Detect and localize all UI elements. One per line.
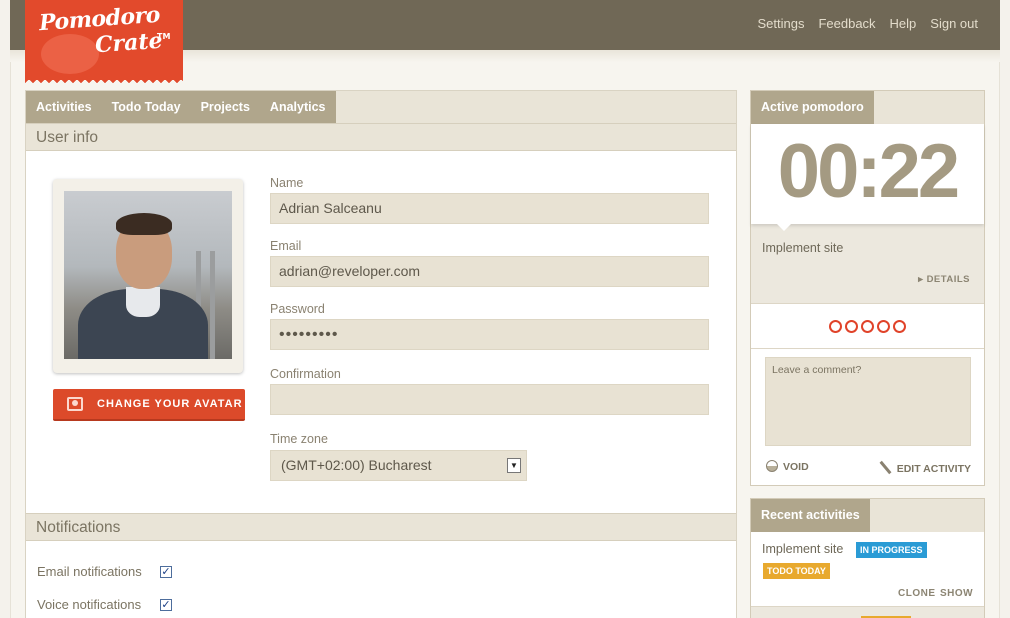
- main-panel: Activities Todo Today Projects Analytics…: [25, 90, 737, 618]
- top-nav: Settings Feedback Help Sign out: [757, 16, 978, 31]
- tab-todo-today[interactable]: Todo Today: [102, 91, 191, 124]
- pomodoro-timer: 00:22: [777, 129, 960, 214]
- user-portrait-icon: [67, 397, 83, 411]
- avatar-shirt: [126, 287, 160, 317]
- comment-input[interactable]: Leave a comment?: [765, 357, 971, 446]
- avatar-card: [53, 179, 243, 373]
- active-pomodoro-header: Active pomodoro: [751, 91, 984, 124]
- tomato-icon: [41, 34, 99, 74]
- email-field[interactable]: adrian@reveloper.com: [270, 256, 709, 287]
- nav-settings-link[interactable]: Settings: [757, 16, 804, 31]
- confirmation-label: Confirmation: [270, 367, 341, 381]
- pomodoro-circle-icon: [845, 319, 858, 333]
- tab-bar: Activities Todo Today Projects Analytics: [26, 91, 736, 124]
- task-area: Implement site ▸ DETAILS: [751, 224, 984, 303]
- password-label: Password: [270, 302, 325, 316]
- active-pomodoro-heading: Active pomodoro: [751, 91, 874, 124]
- password-field[interactable]: •••••••••: [270, 319, 709, 350]
- email-label: Email: [270, 239, 302, 253]
- nav-feedback-link[interactable]: Feedback: [818, 16, 875, 31]
- pomodoro-circle-icon: [893, 319, 906, 333]
- edit-activity-label: EDIT ACTIVITY: [896, 463, 971, 475]
- status-badge: IN PROGRESS: [856, 542, 927, 558]
- voice-notifications-checkbox[interactable]: ✓: [160, 599, 172, 611]
- void-icon: [766, 460, 778, 472]
- voice-notifications-label: Voice notifications: [37, 597, 142, 612]
- nav-help-link[interactable]: Help: [890, 16, 917, 31]
- pencil-icon: [879, 460, 892, 475]
- edit-activity-button[interactable]: EDIT ACTIVITY: [879, 460, 971, 475]
- tab-analytics[interactable]: Analytics: [260, 91, 336, 124]
- recent-activities-header: Recent activities: [751, 499, 984, 532]
- timer-area: 00:22: [751, 124, 984, 224]
- void-button[interactable]: VOID: [766, 460, 809, 473]
- tab-activities[interactable]: Activities: [26, 91, 102, 124]
- chevron-down-icon[interactable]: ▼: [507, 458, 521, 473]
- nav-signout-link[interactable]: Sign out: [930, 16, 978, 31]
- pomodoro-indicators: [751, 303, 984, 349]
- recent-activities-heading: Recent activities: [751, 499, 870, 532]
- change-avatar-button[interactable]: CHANGE YOUR AVATAR: [53, 389, 245, 421]
- timezone-select[interactable]: (GMT+02:00) Bucharest ▼: [270, 450, 527, 481]
- recent-activity-name[interactable]: Implement site: [762, 542, 843, 556]
- logo-zigzag-edge: [25, 78, 183, 86]
- avatar: [64, 191, 232, 359]
- clone-link[interactable]: CLONE: [898, 588, 936, 599]
- show-link[interactable]: SHOW: [940, 588, 973, 599]
- void-label: VOID: [783, 461, 809, 473]
- active-task-name: Implement site: [762, 241, 844, 255]
- details-label: DETAILS: [926, 274, 970, 285]
- todo-today-badge: TODO TODAY: [763, 563, 830, 579]
- notifications-heading: Notifications: [26, 513, 736, 541]
- user-info-heading: User info: [26, 123, 736, 151]
- name-label: Name: [270, 176, 304, 190]
- timezone-value: (GMT+02:00) Bucharest: [281, 457, 432, 473]
- app-logo[interactable]: Pomodoro Crate TM: [25, 0, 183, 86]
- email-notifications-checkbox[interactable]: ✓: [160, 566, 172, 578]
- pomodoro-circle-icon: [829, 319, 842, 333]
- email-notifications-label: Email notifications: [37, 564, 142, 579]
- timezone-label: Time zone: [270, 432, 328, 446]
- name-field[interactable]: Adrian Salceanu: [270, 193, 709, 224]
- tab-list: Activities Todo Today Projects Analytics: [26, 91, 336, 124]
- change-avatar-label: CHANGE YOUR AVATAR: [97, 398, 243, 410]
- background-pole: [210, 251, 215, 359]
- logo-text-crate: Crate: [94, 27, 164, 59]
- pomodoro-circle-icon: [877, 319, 890, 333]
- recent-activity-next-row: [751, 606, 984, 618]
- tab-projects[interactable]: Projects: [191, 91, 260, 124]
- avatar-hair: [116, 213, 172, 235]
- details-link[interactable]: ▸ DETAILS: [918, 274, 970, 285]
- logo-trademark: TM: [157, 32, 171, 41]
- recent-activities-panel: Recent activities Implement site IN PROG…: [750, 498, 985, 618]
- confirmation-field[interactable]: [270, 384, 709, 415]
- timer-pointer: [777, 224, 791, 231]
- active-pomodoro-panel: Active pomodoro Implement site ▸ DETAILS…: [750, 90, 985, 486]
- pomodoro-circle-icon: [861, 319, 874, 333]
